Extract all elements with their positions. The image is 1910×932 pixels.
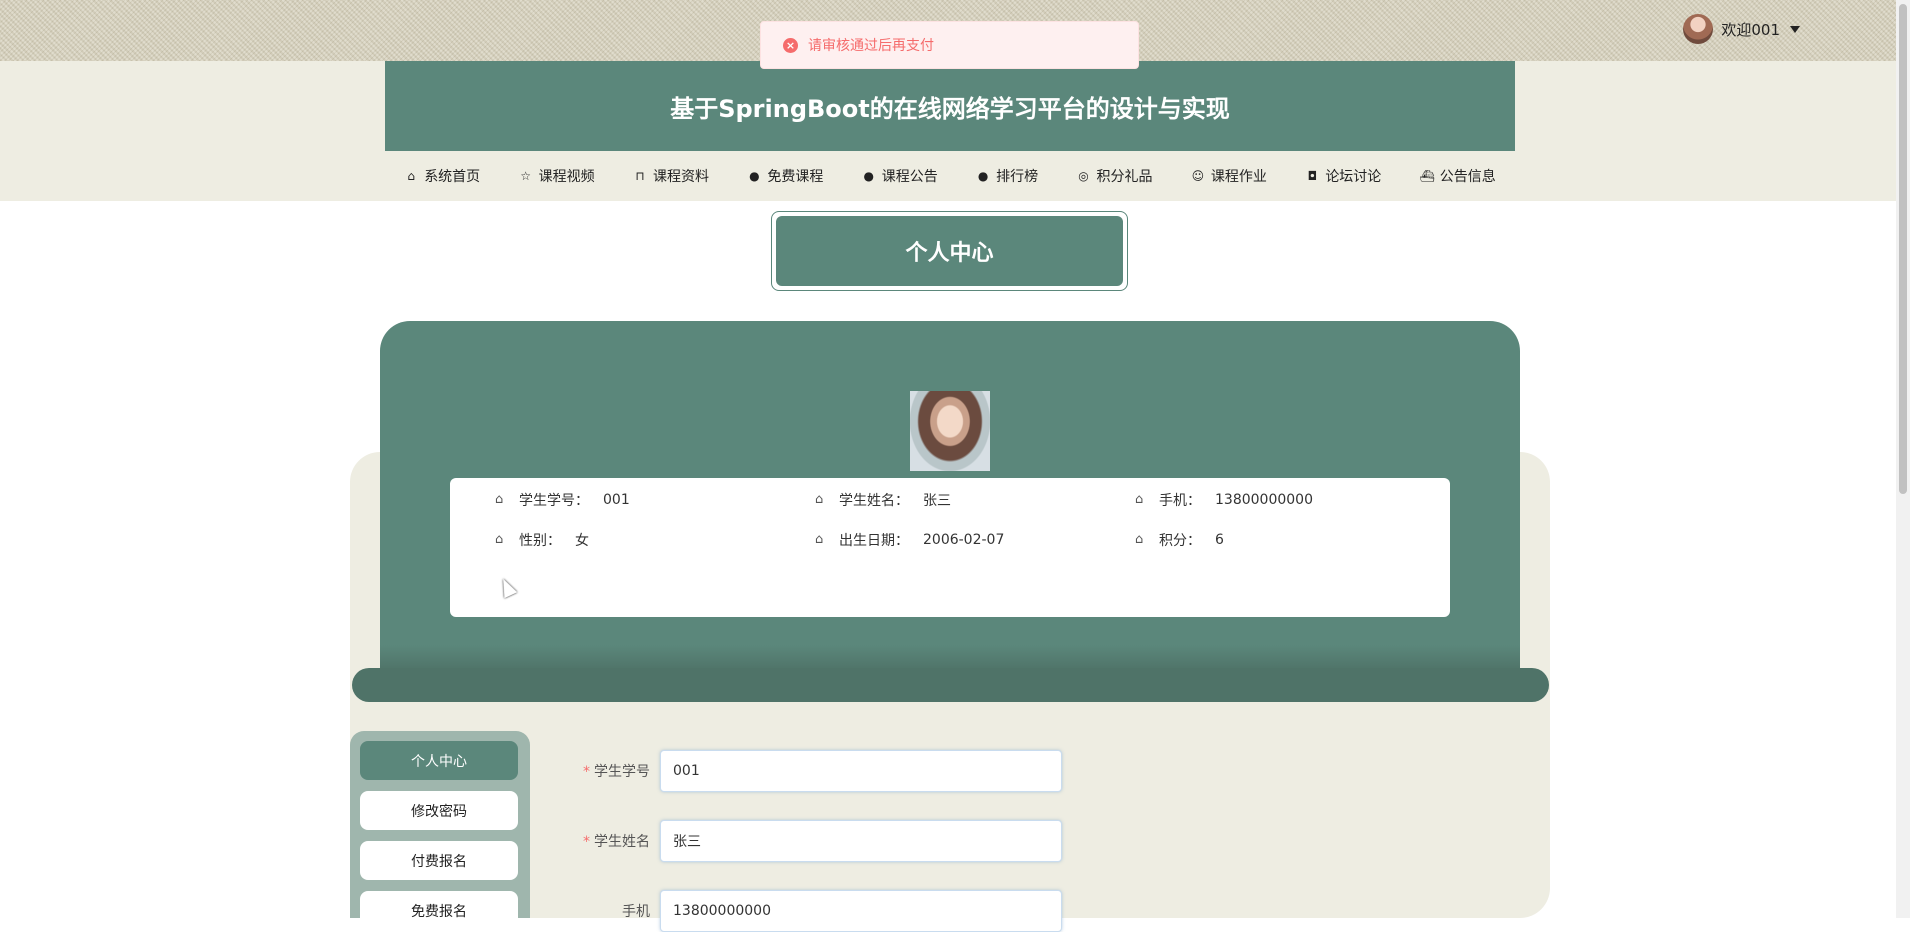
nav-label: 论坛讨论 xyxy=(1325,169,1382,185)
star-icon: ☆ xyxy=(520,169,531,183)
profile-info-card: ⌂ 学生学号： 001 ⌂ 学生姓名： 张三 ⌂ 手机： 13800000000… xyxy=(450,478,1450,617)
nav-item-homework[interactable]: ☺ 课程作业 xyxy=(1191,166,1267,186)
home-icon: ⌂ xyxy=(495,532,504,547)
question-icon: ● xyxy=(863,169,874,183)
name-input[interactable] xyxy=(660,820,1062,862)
gift-icon: ◎ xyxy=(1078,169,1089,183)
nav-item-course-notice[interactable]: ● 课程公告 xyxy=(862,166,938,186)
info-value: 2006-02-07 xyxy=(923,532,1005,548)
personal-center-header: 个人中心 xyxy=(771,211,1128,291)
caret-down-icon[interactable] xyxy=(1790,25,1800,33)
nav-item-announcement[interactable]: ⛴ 公告信息 xyxy=(1420,166,1496,186)
info-label: 学生学号： xyxy=(519,493,589,509)
form-row-phone: 手机 xyxy=(580,890,1062,932)
smile-icon: ☺ xyxy=(1191,169,1205,183)
site-title: 基于SpringBoot的在线网络学习平台的设计与实现 xyxy=(385,61,1515,151)
sidebar-item-change-password[interactable]: 修改密码 xyxy=(360,791,518,830)
nav-label: 系统首页 xyxy=(424,169,481,185)
nav-item-points-gift[interactable]: ◎ 积分礼品 xyxy=(1077,166,1153,186)
nav-item-home[interactable]: ⌂ 系统首页 xyxy=(404,166,480,186)
label-text: 学生学号 xyxy=(594,764,650,780)
info-label: 积分： xyxy=(1159,533,1201,549)
info-birth: ⌂ 出生日期： 2006-02-07 xyxy=(815,530,1004,550)
form-row-name: * 学生姓名 xyxy=(580,820,1062,862)
nav-label: 课程视频 xyxy=(538,169,595,185)
error-circle-icon: × xyxy=(783,37,798,53)
home-icon: ⌂ xyxy=(495,492,504,507)
nav-label: 排行榜 xyxy=(996,169,1039,185)
nav-label: 免费课程 xyxy=(767,169,824,185)
info-value: 6 xyxy=(1215,532,1224,548)
info-icon: ● xyxy=(977,169,989,183)
info-student-no: ⌂ 学生学号： 001 xyxy=(495,490,630,510)
welcome-text[interactable]: 欢迎001 xyxy=(1721,19,1780,40)
nav-item-forum[interactable]: ◘ 论坛讨论 xyxy=(1305,166,1382,186)
phone-input[interactable] xyxy=(660,890,1062,932)
toast-message: 请审核通过后再支付 xyxy=(808,38,934,54)
info-points: ⌂ 积分： 6 xyxy=(1135,530,1224,550)
student-no-input[interactable] xyxy=(660,750,1062,792)
info-value: 001 xyxy=(603,492,630,508)
nav-label: 课程资料 xyxy=(652,169,709,185)
name-label: * 学生姓名 xyxy=(580,831,660,851)
info-value: 女 xyxy=(575,533,589,549)
nav-item-course-material[interactable]: ⊓ 课程资料 xyxy=(633,166,709,186)
home-icon: ⌂ xyxy=(1135,492,1144,507)
student-no-label: * 学生学号 xyxy=(580,761,660,781)
nav-label: 课程作业 xyxy=(1210,169,1267,185)
sidebar-item-personal-center[interactable]: 个人中心 xyxy=(360,741,518,780)
nav-item-course-video[interactable]: ☆ 课程视频 xyxy=(519,166,595,186)
page-scrollbar[interactable] xyxy=(1896,0,1910,918)
info-label: 学生姓名： xyxy=(839,493,909,509)
error-toast: × 请审核通过后再支付 xyxy=(760,21,1139,69)
phone-label: 手机 xyxy=(622,904,650,920)
required-mark: * xyxy=(583,834,590,850)
info-phone: ⌂ 手机： 13800000000 xyxy=(1135,490,1313,510)
ship-icon: ⛴ xyxy=(1419,169,1435,183)
home-icon: ⌂ xyxy=(815,492,824,507)
nav-label: 积分礼品 xyxy=(1096,169,1153,185)
form-row-student-no: * 学生学号 xyxy=(580,750,1062,792)
alert-icon: ● xyxy=(749,169,760,183)
home-icon: ⌂ xyxy=(1135,532,1144,547)
required-mark: * xyxy=(583,764,590,780)
bag-icon: ⊓ xyxy=(635,169,645,183)
info-label: 性别： xyxy=(519,533,561,549)
user-avatar[interactable] xyxy=(1683,14,1714,44)
label-text: 学生姓名 xyxy=(594,834,650,850)
info-label: 手机： xyxy=(1159,493,1201,509)
main-nav: ⌂ 系统首页 ☆ 课程视频 ⊓ 课程资料 ● 免费课程 ● 课程公告 ● 排行榜 ◎ 积分礼品… xyxy=(385,158,1515,194)
sidebar-item-free-enroll[interactable]: 免费报名 xyxy=(360,891,518,930)
nav-item-ranking[interactable]: ● 排行榜 xyxy=(976,166,1038,186)
nav-label: 课程公告 xyxy=(881,169,938,185)
nav-item-free-course[interactable]: ● 免费课程 xyxy=(747,166,823,186)
camera-icon: ◘ xyxy=(1307,169,1318,183)
home-icon: ⌂ xyxy=(815,532,824,547)
profile-panel-base xyxy=(352,668,1549,702)
info-gender: ⌂ 性别： 女 xyxy=(495,530,589,550)
scrollbar-thumb[interactable] xyxy=(1899,4,1907,494)
sidebar-item-paid-enroll[interactable]: 付费报名 xyxy=(360,841,518,880)
profile-avatar xyxy=(910,391,990,471)
nav-label: 公告信息 xyxy=(1439,169,1496,185)
sidebar-menu: 个人中心 修改密码 付费报名 免费报名 xyxy=(350,731,530,930)
personal-center-title: 个人中心 xyxy=(776,216,1123,286)
info-value: 13800000000 xyxy=(1215,492,1313,508)
info-value: 张三 xyxy=(923,493,951,509)
home-icon: ⌂ xyxy=(407,169,415,183)
info-name: ⌂ 学生姓名： 张三 xyxy=(815,490,951,510)
info-label: 出生日期： xyxy=(839,533,909,549)
user-menu[interactable]: 欢迎001 xyxy=(1683,14,1800,44)
